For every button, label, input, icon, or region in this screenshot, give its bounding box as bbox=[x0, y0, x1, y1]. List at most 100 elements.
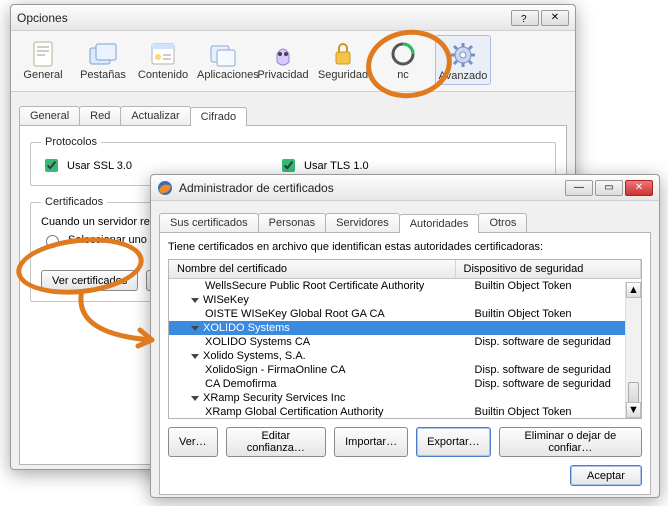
tabs-icon bbox=[77, 39, 129, 69]
options-toolbar: General Pestañas Contenido Aplicaciones … bbox=[11, 31, 575, 92]
minimize-button[interactable]: — bbox=[565, 180, 593, 196]
certmgr-tabs: Sus certificados Personas Servidores Aut… bbox=[159, 213, 651, 232]
tls-checkbox-input[interactable] bbox=[282, 159, 295, 172]
col-name[interactable]: Nombre del certificado bbox=[169, 260, 456, 278]
cert-device-cell: Disp. software de seguridad bbox=[467, 377, 641, 391]
expand-icon[interactable] bbox=[191, 354, 199, 359]
scroll-up-button[interactable]: ▲ bbox=[626, 282, 641, 298]
tab-red[interactable]: Red bbox=[79, 106, 121, 125]
toolbar-pestanas-label: Pestañas bbox=[77, 69, 129, 81]
toolbar-avanzado-label: Avanzado bbox=[438, 70, 488, 82]
tab-actualizar[interactable]: Actualizar bbox=[120, 106, 190, 125]
toolbar-aplicaciones-label: Aplicaciones bbox=[197, 69, 249, 81]
cert-device-cell bbox=[461, 293, 641, 307]
ssl-checkbox-input[interactable] bbox=[45, 159, 58, 172]
cert-item-row[interactable]: XolidoSign - FirmaOnline CADisp. softwar… bbox=[169, 363, 641, 377]
ver-button[interactable]: Ver… bbox=[168, 427, 218, 457]
toolbar-avanzado[interactable]: Avanzado bbox=[435, 35, 491, 85]
sync-icon bbox=[377, 39, 429, 69]
tab-personas[interactable]: Personas bbox=[258, 213, 326, 232]
importar-button[interactable]: Importar… bbox=[334, 427, 408, 457]
certmgr-window: Administrador de certificados — ▭ ✕ Sus … bbox=[150, 174, 660, 498]
cert-device-cell: Builtin Object Token bbox=[467, 279, 641, 293]
cert-name-cell: XRamp Global Certification Authority bbox=[169, 405, 467, 419]
cert-item-row[interactable]: OISTE WISeKey Global Root GA CABuiltin O… bbox=[169, 307, 641, 321]
certmgr-footer: Aceptar bbox=[168, 465, 642, 486]
cert-device-cell bbox=[461, 349, 641, 363]
ssl-checkbox[interactable]: Usar SSL 3.0 bbox=[41, 156, 132, 175]
toolbar-general-label: General bbox=[17, 69, 69, 81]
content-icon bbox=[137, 39, 189, 69]
cert-device-cell bbox=[461, 321, 641, 335]
exportar-button[interactable]: Exportar… bbox=[416, 427, 491, 457]
ver-certificados-button[interactable]: Ver certificados bbox=[41, 270, 138, 291]
tab-general[interactable]: General bbox=[19, 106, 80, 125]
toolbar-general[interactable]: General bbox=[15, 35, 71, 85]
toolbar-contenido[interactable]: Contenido bbox=[135, 35, 191, 85]
expand-icon[interactable] bbox=[191, 396, 199, 401]
tls-checkbox[interactable]: Usar TLS 1.0 bbox=[278, 156, 369, 175]
tab-sus-certificados[interactable]: Sus certificados bbox=[159, 213, 259, 232]
cert-group-row[interactable]: XOLIDO Systems bbox=[169, 321, 641, 335]
gear-icon bbox=[438, 40, 488, 70]
tls-label: Usar TLS 1.0 bbox=[304, 160, 369, 172]
protocolos-legend: Protocolos bbox=[41, 136, 101, 148]
toolbar-aplicaciones[interactable]: Aplicaciones bbox=[195, 35, 251, 85]
general-icon bbox=[17, 39, 69, 69]
tab-servidores[interactable]: Servidores bbox=[325, 213, 400, 232]
cert-device-cell: Builtin Object Token bbox=[467, 307, 641, 321]
tab-cifrado[interactable]: Cifrado bbox=[190, 107, 247, 126]
cert-name-cell: CA Demofirma bbox=[169, 377, 467, 391]
apps-icon bbox=[197, 39, 249, 69]
editar-confianza-button[interactable]: Editar confianza… bbox=[226, 427, 327, 457]
toolbar-sync[interactable]: nc bbox=[375, 35, 431, 85]
listview-body[interactable]: WellsSecure Public Root Certificate Auth… bbox=[169, 279, 641, 419]
ssl-label: Usar SSL 3.0 bbox=[67, 160, 132, 172]
toolbar-seguridad-label: Seguridad bbox=[317, 69, 369, 81]
cert-listview[interactable]: Nombre del certificado Dispositivo de se… bbox=[168, 259, 642, 419]
cert-device-cell: Builtin Object Token bbox=[467, 405, 641, 419]
maximize-button[interactable]: ▭ bbox=[595, 180, 623, 196]
auto-select-radio-input[interactable] bbox=[46, 235, 59, 248]
tab-autoridades[interactable]: Autoridades bbox=[399, 214, 480, 233]
toolbar-pestanas[interactable]: Pestañas bbox=[75, 35, 131, 85]
cert-name-cell: XolidoSign - FirmaOnline CA bbox=[169, 363, 467, 377]
cert-name-cell: WellsSecure Public Root Certificate Auth… bbox=[169, 279, 467, 293]
scrollbar[interactable]: ▲ ▼ bbox=[625, 282, 641, 418]
cert-item-row[interactable]: XOLIDO Systems CADisp. software de segur… bbox=[169, 335, 641, 349]
svg-text:?: ? bbox=[521, 14, 527, 23]
certificados-legend: Certificados bbox=[41, 196, 107, 208]
cert-device-cell: Disp. software de seguridad bbox=[467, 335, 641, 349]
expand-icon[interactable] bbox=[191, 298, 199, 303]
tab-otros[interactable]: Otros bbox=[478, 213, 527, 232]
close-button[interactable]: ✕ bbox=[541, 10, 569, 26]
certmgr-title: Administrador de certificados bbox=[179, 181, 565, 195]
lock-icon bbox=[317, 39, 369, 69]
expand-icon[interactable] bbox=[191, 326, 199, 331]
certmgr-button-row: Ver… Editar confianza… Importar… Exporta… bbox=[168, 427, 642, 457]
listview-header[interactable]: Nombre del certificado Dispositivo de se… bbox=[169, 260, 641, 279]
toolbar-contenido-label: Contenido bbox=[137, 69, 189, 81]
autoridades-panel: Tiene certificados en archivo que identi… bbox=[159, 232, 651, 495]
toolbar-privacidad-label: Privacidad bbox=[257, 69, 309, 81]
cert-group-row[interactable]: WISeKey bbox=[169, 293, 641, 307]
cert-item-row[interactable]: XRamp Global Certification AuthorityBuil… bbox=[169, 405, 641, 419]
toolbar-privacidad[interactable]: Privacidad bbox=[255, 35, 311, 85]
scroll-down-button[interactable]: ▼ bbox=[626, 402, 641, 418]
help-button[interactable]: ? bbox=[511, 10, 539, 26]
cert-name-cell: XRamp Security Services Inc bbox=[169, 391, 461, 405]
toolbar-sync-label: nc bbox=[377, 69, 429, 81]
toolbar-seguridad[interactable]: Seguridad bbox=[315, 35, 371, 85]
cert-item-row[interactable]: WellsSecure Public Root Certificate Auth… bbox=[169, 279, 641, 293]
cert-item-row[interactable]: CA DemofirmaDisp. software de seguridad bbox=[169, 377, 641, 391]
aceptar-button[interactable]: Aceptar bbox=[570, 465, 642, 486]
eliminar-button[interactable]: Eliminar o dejar de confiar… bbox=[499, 427, 642, 457]
close-button[interactable]: ✕ bbox=[625, 180, 653, 196]
cert-group-row[interactable]: XRamp Security Services Inc bbox=[169, 391, 641, 405]
cert-group-row[interactable]: Xolido Systems, S.A. bbox=[169, 349, 641, 363]
col-device[interactable]: Dispositivo de seguridad bbox=[456, 260, 641, 278]
options-titlebar[interactable]: Opciones ? ✕ bbox=[11, 5, 575, 31]
cert-name-cell: XOLIDO Systems CA bbox=[169, 335, 467, 349]
certmgr-titlebar[interactable]: Administrador de certificados — ▭ ✕ bbox=[151, 175, 659, 201]
cert-device-cell bbox=[461, 391, 641, 405]
